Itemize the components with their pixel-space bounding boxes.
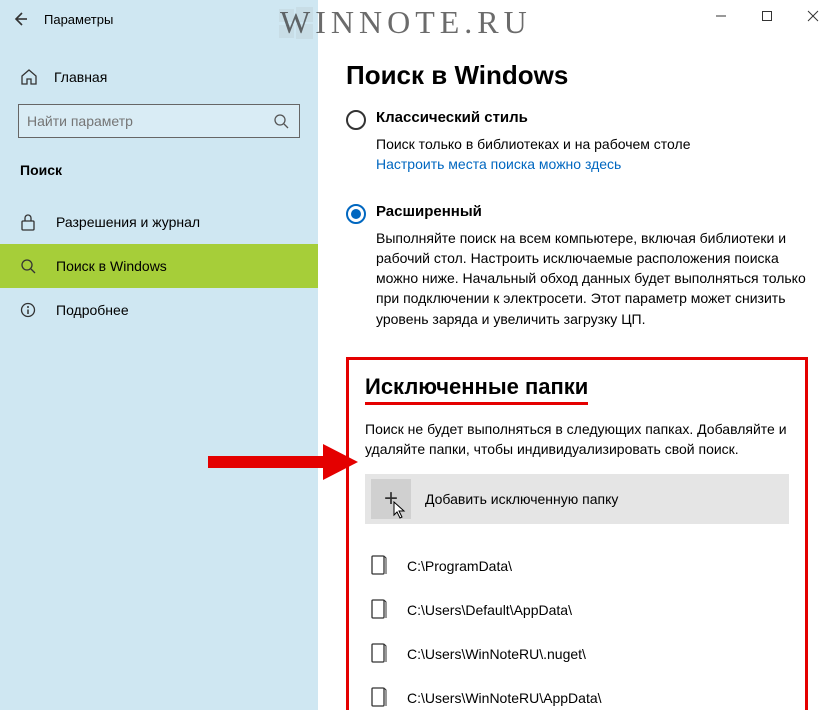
radio-enhanced-label: Расширенный [376, 203, 482, 220]
add-excluded-folder-button[interactable]: + Добавить исключенную папку [365, 474, 789, 524]
info-icon [20, 302, 40, 318]
folder-icon [371, 643, 389, 665]
content-area: Поиск в Windows Классический стиль Поиск… [318, 38, 836, 710]
sidebar-section-label: Поиск [0, 158, 318, 200]
radio-icon [346, 110, 366, 130]
nav-home[interactable]: Главная [0, 62, 318, 104]
search-icon [271, 113, 291, 129]
nav-permissions-label: Разрешения и журнал [56, 214, 200, 230]
nav-search-windows-label: Поиск в Windows [56, 258, 167, 274]
excluded-folder-item[interactable]: C:\Users\WinNoteRU\.nuget\ [365, 632, 789, 676]
cursor-icon [393, 501, 409, 519]
radio-enhanced-desc: Выполняйте поиск на всем компьютере, вкл… [376, 228, 808, 329]
radio-icon [346, 204, 366, 224]
add-excluded-folder-label: Добавить исключенную папку [425, 491, 618, 507]
nav-permissions[interactable]: Разрешения и журнал [0, 200, 318, 244]
radio-classic[interactable]: Классический стиль [346, 109, 808, 130]
classic-configure-link[interactable]: Настроить места поиска можно здесь [376, 156, 621, 172]
home-icon [20, 68, 40, 86]
excluded-folder-item[interactable]: C:\Users\WinNoteRU\AppData\ [365, 676, 789, 710]
folder-icon [371, 687, 389, 709]
search-icon [20, 258, 40, 274]
excluded-folder-item[interactable]: C:\ProgramData\ [365, 544, 789, 588]
search-box[interactable] [18, 104, 300, 138]
watermark-text: WINNOTE.RU [280, 4, 532, 41]
nav-search-windows[interactable]: Поиск в Windows [0, 244, 318, 288]
close-button[interactable] [790, 0, 836, 32]
folder-icon [371, 599, 389, 621]
search-input[interactable] [27, 113, 271, 129]
minimize-button[interactable] [698, 0, 744, 32]
radio-classic-desc: Поиск только в библиотеках и на рабочем … [376, 136, 690, 152]
excluded-folder-path: C:\Users\WinNoteRU\AppData\ [407, 690, 602, 706]
folder-icon [371, 555, 389, 577]
excluded-folder-path: C:\Users\Default\AppData\ [407, 602, 572, 618]
excluded-folders-section: Исключенные папки Поиск не будет выполня… [346, 357, 808, 710]
radio-classic-label: Классический стиль [376, 109, 528, 126]
lock-icon [20, 213, 40, 231]
nav-more[interactable]: Подробнее [0, 288, 318, 332]
radio-enhanced[interactable]: Расширенный [346, 203, 808, 224]
excluded-folder-path: C:\ProgramData\ [407, 558, 512, 574]
sidebar: Главная Поиск Разрешения и журнал Поиск … [0, 38, 318, 710]
watermark-logo [278, 6, 314, 42]
nav-home-label: Главная [54, 69, 107, 85]
nav-more-label: Подробнее [56, 302, 129, 318]
excluded-title: Исключенные папки [365, 374, 588, 405]
window-title: Параметры [44, 12, 113, 27]
excluded-folder-item[interactable]: C:\Users\Default\AppData\ [365, 588, 789, 632]
excluded-folder-path: C:\Users\WinNoteRU\.nuget\ [407, 646, 586, 662]
plus-icon: + [371, 479, 411, 519]
maximize-button[interactable] [744, 0, 790, 32]
page-title: Поиск в Windows [346, 60, 808, 91]
back-button[interactable] [0, 0, 40, 38]
excluded-desc: Поиск не будет выполняться в следующих п… [365, 419, 789, 460]
